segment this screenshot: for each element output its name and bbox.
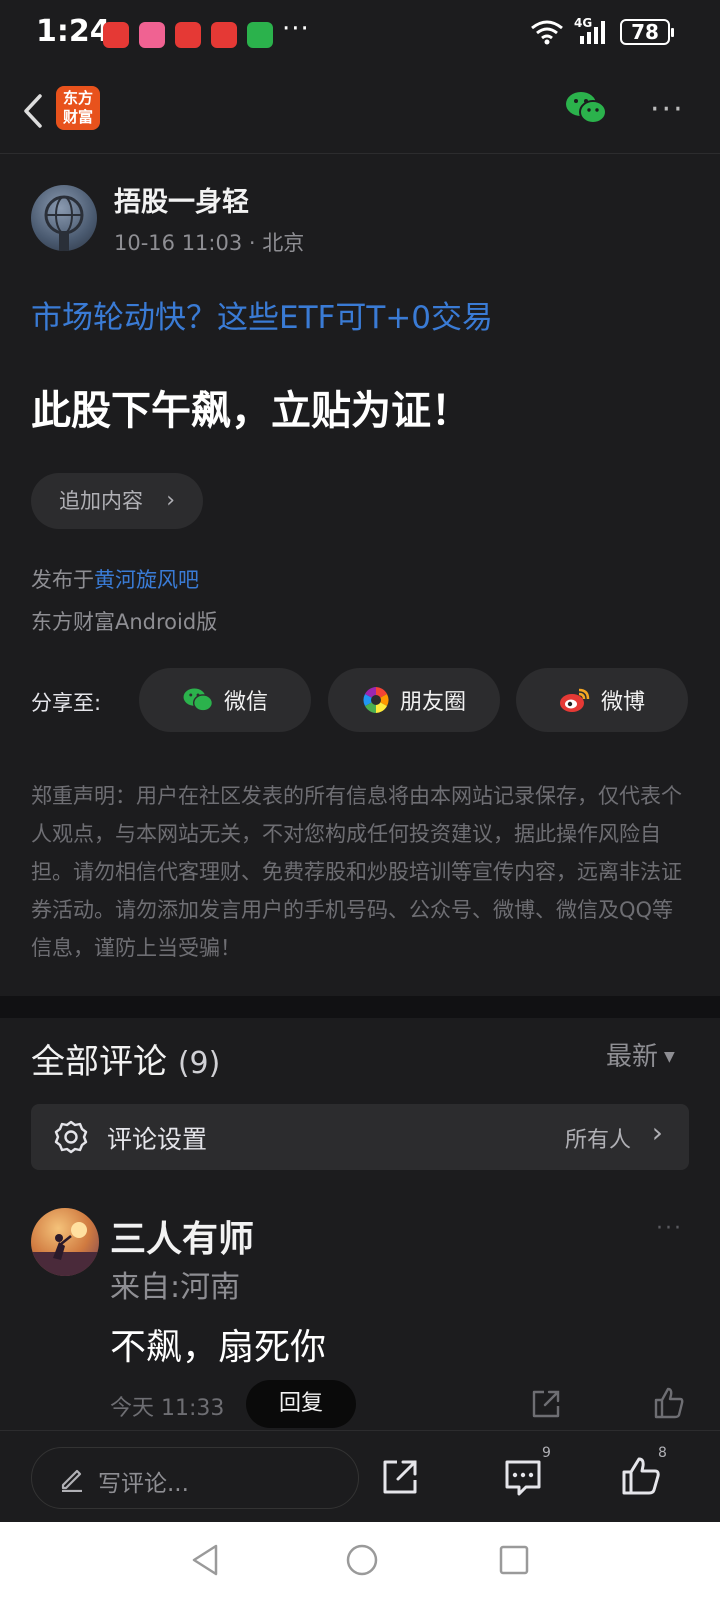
write-comment-input[interactable]: 写评论... bbox=[31, 1447, 359, 1509]
chevron-right-icon: › bbox=[651, 1116, 663, 1149]
battery-icon: 78 bbox=[620, 19, 674, 45]
forum-link[interactable]: 黄河旋风吧 bbox=[94, 568, 199, 592]
more-notifications-icon: ··· bbox=[282, 14, 310, 44]
sort-label: 最新 bbox=[606, 1042, 659, 1072]
write-comment-placeholder: 写评论... bbox=[98, 1471, 189, 1497]
share-weibo-label: 微博 bbox=[600, 690, 645, 715]
disclaimer-text: 郑重声明：用户在社区发表的所有信息将由本网站记录保存，仅代表个人观点，与本网站无… bbox=[31, 784, 682, 960]
more-options-icon[interactable]: ··· bbox=[650, 92, 685, 127]
comment-count-badge: 9 bbox=[542, 1445, 551, 1461]
add-content-button[interactable]: 追加内容 › bbox=[31, 473, 203, 529]
huawei-app-icon bbox=[103, 22, 129, 48]
system-nav-bar bbox=[0, 1522, 720, 1600]
game-app-icon bbox=[139, 22, 165, 48]
commenter-location: 来自:河南 bbox=[110, 1270, 241, 1305]
section-divider bbox=[0, 996, 720, 1018]
post-title: 此股下午飙，立贴为证！ bbox=[31, 388, 471, 434]
published-prefix: 发布于 bbox=[31, 568, 94, 592]
notification-icons bbox=[103, 22, 273, 48]
bottom-action-bar: 写评论... 9 8 bbox=[0, 1430, 720, 1522]
comments-heading: 全部评论 (9) bbox=[31, 1034, 220, 1083]
share-wechat-label: 微信 bbox=[223, 690, 268, 715]
commenter-name[interactable]: 三人有师 bbox=[110, 1210, 254, 1262]
comment-more-icon[interactable]: ··· bbox=[656, 1216, 683, 1241]
share-weibo-button[interactable]: 微博 bbox=[516, 668, 688, 732]
sort-dropdown[interactable]: 最新 ▼ bbox=[606, 1036, 675, 1073]
thumbs-up-icon[interactable] bbox=[620, 1455, 662, 1497]
comment-settings-label: 评论设置 bbox=[107, 1125, 208, 1154]
reader-app-icon bbox=[211, 22, 237, 48]
logo-text: 东方财富 bbox=[62, 89, 93, 126]
cellular-signal-icon: 4G bbox=[574, 16, 610, 46]
gear-icon bbox=[54, 1120, 88, 1154]
nav-recents-icon[interactable] bbox=[496, 1542, 532, 1578]
status-bar: 1:24 ··· 4G 78 bbox=[0, 0, 720, 70]
nav-home-icon[interactable] bbox=[344, 1542, 380, 1578]
add-content-label: 追加内容 bbox=[59, 489, 143, 513]
share-wechat-button[interactable]: 微信 bbox=[139, 668, 311, 732]
wechat-share-icon[interactable] bbox=[564, 90, 608, 126]
eastmoney-logo[interactable]: 东方财富 bbox=[56, 86, 100, 130]
promo-link[interactable]: 市场轮动快？这些ETF可T+0交易 bbox=[31, 292, 493, 337]
huawei-app-icon bbox=[175, 22, 201, 48]
share-label: 分享至: bbox=[31, 691, 102, 715]
comment-settings-bar[interactable]: 评论设置 所有人 › bbox=[31, 1104, 689, 1170]
thumbs-up-icon[interactable] bbox=[652, 1386, 686, 1420]
chevron-right-icon: › bbox=[166, 488, 175, 513]
moments-icon bbox=[363, 687, 389, 713]
wechat-app-icon bbox=[247, 22, 273, 48]
published-in: 发布于黄河旋风吧 bbox=[31, 564, 199, 594]
pen-icon bbox=[61, 1469, 82, 1492]
post-meta: 10-16 11:03 · 北京 bbox=[114, 231, 305, 255]
commenter-avatar[interactable] bbox=[31, 1208, 99, 1276]
comment-settings-value: 所有人 bbox=[564, 1128, 631, 1153]
back-arrow-icon[interactable] bbox=[14, 86, 54, 136]
author-name[interactable]: 捂股一身轻 bbox=[114, 180, 249, 219]
comments-title: 全部评论 bbox=[31, 1042, 167, 1082]
reply-button[interactable]: 回复 bbox=[246, 1380, 356, 1428]
comments-count: (9) bbox=[177, 1046, 221, 1081]
comment-icon[interactable] bbox=[502, 1457, 544, 1497]
share-moments-button[interactable]: 朋友圈 bbox=[328, 668, 500, 732]
weibo-icon bbox=[559, 688, 590, 712]
author-avatar[interactable] bbox=[31, 185, 97, 251]
status-right: 4G 78 bbox=[530, 16, 674, 46]
share-icon[interactable] bbox=[380, 1457, 420, 1497]
comment-text: 不飙，扇死你 bbox=[110, 1327, 327, 1368]
triangle-down-icon: ▼ bbox=[664, 1049, 675, 1065]
status-time: 1:24 bbox=[36, 14, 111, 49]
like-count-badge: 8 bbox=[658, 1445, 667, 1461]
comment-time: 今天 11:33 bbox=[110, 1396, 225, 1421]
share-moments-label: 朋友圈 bbox=[399, 690, 466, 715]
share-icon[interactable] bbox=[530, 1388, 562, 1420]
nav-back-icon[interactable] bbox=[188, 1542, 224, 1578]
wechat-icon bbox=[183, 688, 214, 712]
client-source: 东方财富Android版 bbox=[31, 610, 218, 634]
app-header: 东方财富 ··· bbox=[0, 70, 720, 154]
wifi-icon bbox=[531, 20, 563, 45]
